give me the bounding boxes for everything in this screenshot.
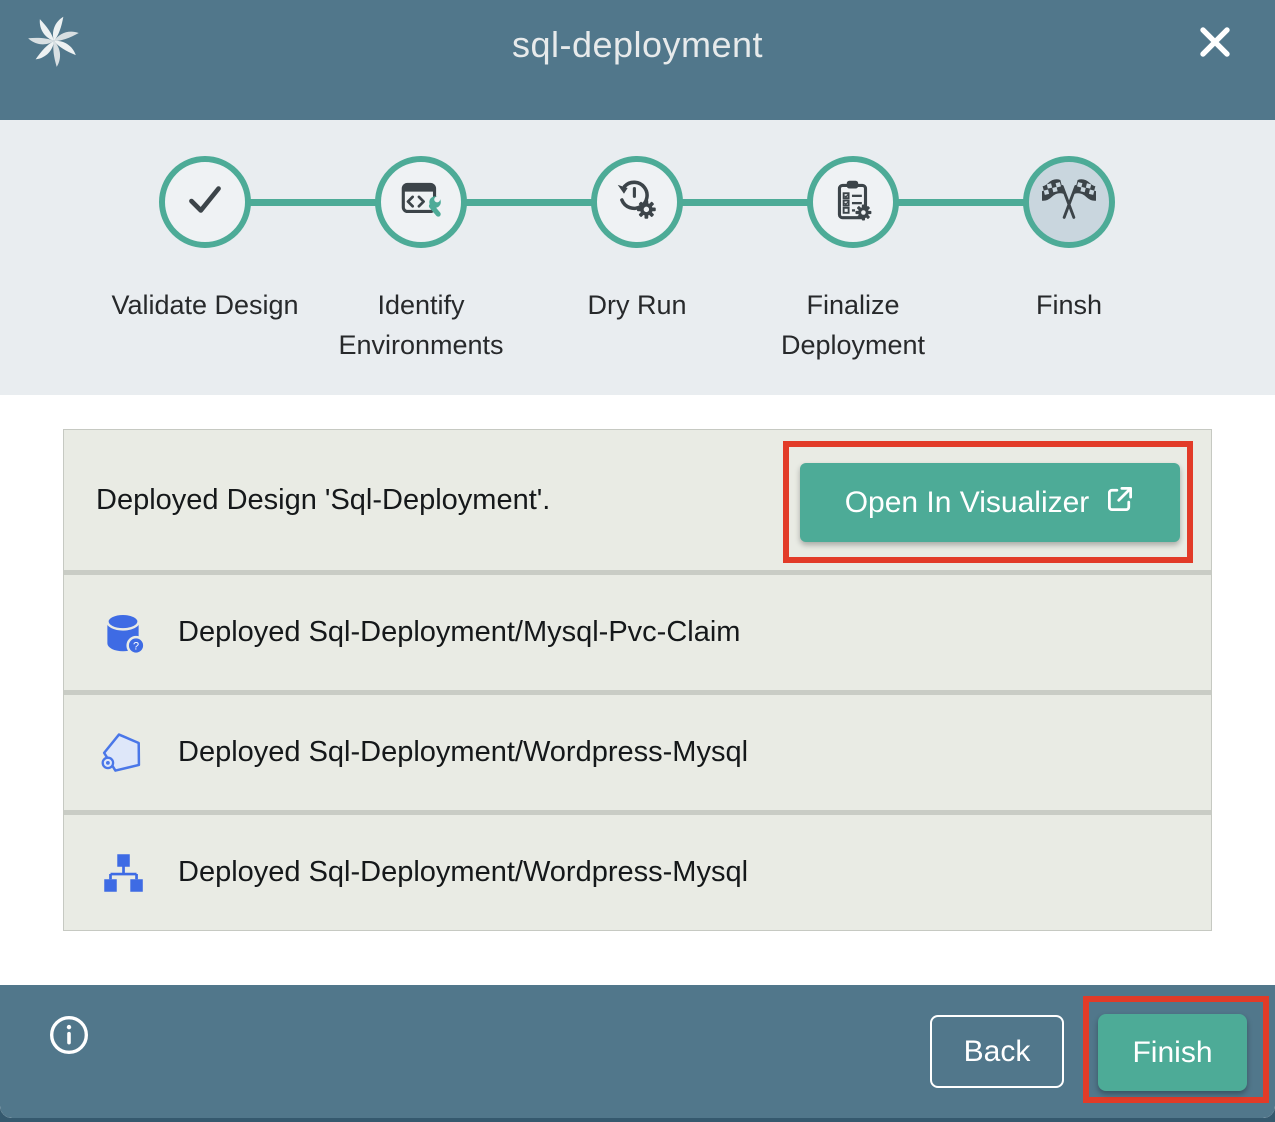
deployment-row-wordpress-mysql-deployment: Deployed Sql-Deployment/Wordpress-Mysql xyxy=(64,810,1211,930)
deployment-row-text: Deployed Sql-Deployment/Mysql-Pvc-Claim xyxy=(178,616,740,649)
info-icon[interactable] xyxy=(48,1014,90,1056)
deployment-row-wordpress-mysql-service: Deployed Sql-Deployment/Wordpress-Mysql xyxy=(64,690,1211,810)
svg-text:?: ? xyxy=(133,640,139,652)
step-label-finish: Finsh xyxy=(974,285,1164,325)
step-identify-environments xyxy=(375,156,467,248)
step-label-dry-run: Dry Run xyxy=(542,285,732,325)
step-finish xyxy=(1023,156,1115,248)
step-label-validate-design: Validate Design xyxy=(110,285,300,325)
step-validate-design xyxy=(159,156,251,248)
modal-header: sql-deployment xyxy=(0,0,1275,120)
finish-flags-icon xyxy=(1042,173,1096,232)
step-finalize-deployment xyxy=(807,156,899,248)
code-wrench-icon xyxy=(396,175,446,230)
clipboard-gear-icon xyxy=(828,175,878,230)
open-in-visualizer-button[interactable]: Open In Visualizer xyxy=(800,463,1180,542)
hierarchy-icon xyxy=(98,848,148,898)
back-button[interactable]: Back xyxy=(930,1015,1064,1088)
deployment-row-text: Deployed Sql-Deployment/Wordpress-Mysql xyxy=(178,736,748,769)
close-icon[interactable] xyxy=(1191,18,1239,66)
modal-title: sql-deployment xyxy=(0,24,1275,66)
step-dry-run xyxy=(591,156,683,248)
deployment-row-text: Deployed Sql-Deployment/Wordpress-Mysql xyxy=(178,856,748,889)
design-status-message: Deployed Design 'Sql-Deployment'. xyxy=(96,484,550,517)
finish-button[interactable]: Finish xyxy=(1098,1014,1247,1091)
database-icon: ? xyxy=(98,608,148,658)
deployment-row-mysql-pvc-claim: ? Deployed Sql-Deployment/Mysql-Pvc-Clai… xyxy=(64,570,1211,690)
modal-footer: Back Finish xyxy=(0,985,1275,1118)
external-link-icon xyxy=(1105,484,1135,522)
rerun-gear-icon xyxy=(612,175,662,230)
step-label-finalize-deployment: Finalize Deployment xyxy=(758,285,948,365)
pentagon-icon xyxy=(98,728,148,778)
deployment-modal: sql-deployment xyxy=(0,0,1275,1118)
check-icon xyxy=(180,175,230,230)
open-in-visualizer-label: Open In Visualizer xyxy=(845,486,1090,520)
deployment-stepper: Validate Design Identify Environments Dr… xyxy=(0,120,1275,395)
step-label-identify-environments: Identify Environments xyxy=(326,285,516,365)
